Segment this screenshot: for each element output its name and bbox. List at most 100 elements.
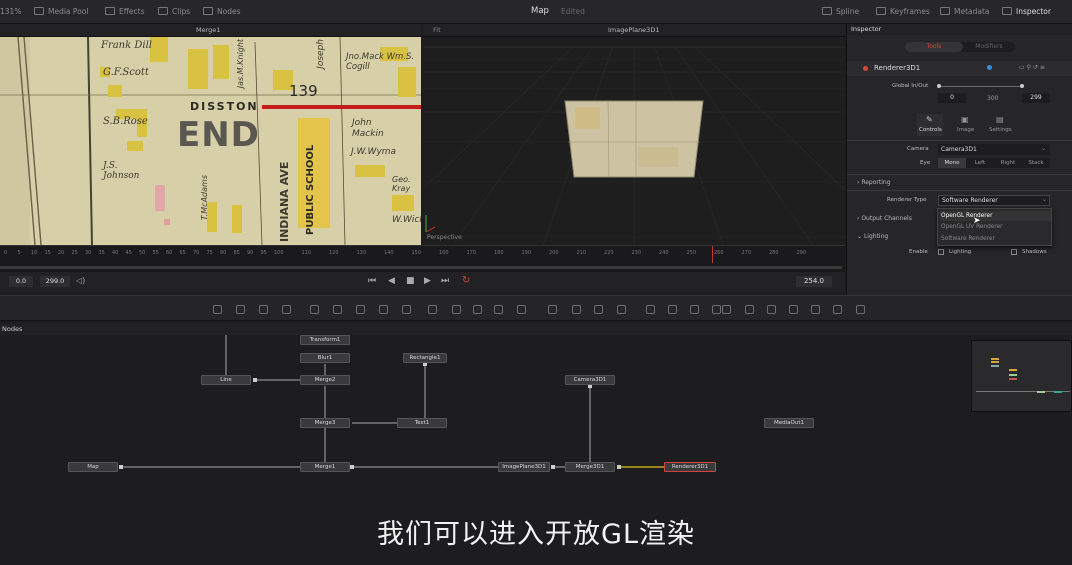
renderer-type-label: Renderer Type bbox=[887, 197, 927, 203]
lighting-checkbox[interactable] bbox=[938, 249, 944, 255]
node-mediaout1[interactable]: MediaOut1 bbox=[764, 418, 814, 428]
node-merge3d1[interactable]: Merge3D1 bbox=[565, 462, 615, 472]
tool-icon[interactable] bbox=[572, 305, 581, 314]
tool-icon[interactable] bbox=[712, 305, 721, 314]
inspector-button[interactable]: Inspector bbox=[1002, 7, 1051, 16]
tool-icon[interactable] bbox=[356, 305, 365, 314]
shadows-checkbox[interactable] bbox=[1011, 249, 1017, 255]
output-channels-section[interactable]: › Output Channels bbox=[857, 215, 912, 222]
audio-icon[interactable]: ◁) bbox=[76, 276, 85, 285]
end-time-field[interactable]: 299.0 bbox=[40, 276, 70, 287]
node-merge1[interactable]: Merge1 bbox=[300, 462, 350, 472]
spline-button[interactable]: Spline bbox=[822, 7, 859, 16]
tool-icon[interactable] bbox=[548, 305, 557, 314]
camera-select[interactable]: Camera3D1 ⌄ bbox=[938, 144, 1050, 155]
tool-icon[interactable] bbox=[213, 305, 222, 314]
tool-icon[interactable] bbox=[379, 305, 388, 314]
left-viewer[interactable]: Frank Dill G.F.Scott S.B.Rose J.S. Johns… bbox=[0, 37, 421, 245]
subtab-settings[interactable]: ▤ Settings bbox=[987, 114, 1013, 136]
tool-icon[interactable] bbox=[494, 305, 503, 314]
loop-icon[interactable]: ↻ bbox=[462, 275, 470, 286]
chevron-down-icon: ⌄ bbox=[1042, 196, 1048, 203]
metadata-button[interactable]: Metadata bbox=[940, 7, 990, 16]
tool-icon[interactable] bbox=[833, 305, 842, 314]
dropdown-option-opengl-uv[interactable]: OpenGL UV Renderer bbox=[941, 224, 1003, 230]
tool-icon[interactable] bbox=[690, 305, 699, 314]
eye-left-button[interactable]: Left bbox=[966, 158, 994, 168]
tool-icon[interactable] bbox=[617, 305, 626, 314]
node-line[interactable]: Line bbox=[201, 375, 251, 385]
node-header-icons[interactable]: ▭ ⚲ ↺ ≡ bbox=[1019, 64, 1045, 71]
tool-icon[interactable] bbox=[668, 305, 677, 314]
subtab-controls[interactable]: ✎ Controls bbox=[917, 114, 943, 136]
eye-mono-button[interactable]: Mono bbox=[938, 158, 966, 168]
tool-icon[interactable] bbox=[811, 305, 820, 314]
tool-icon[interactable] bbox=[452, 305, 461, 314]
node-imageplane3d1[interactable]: ImagePlane3D1 bbox=[498, 462, 550, 472]
tool-icon[interactable] bbox=[402, 305, 411, 314]
fit-button[interactable]: Fit bbox=[433, 26, 441, 34]
node-merge2[interactable]: Merge2 bbox=[300, 375, 350, 385]
ruler-tick-label: 130 bbox=[356, 250, 367, 256]
tool-icon[interactable] bbox=[282, 305, 291, 314]
current-time-field[interactable]: 254.0 bbox=[796, 276, 832, 287]
nodes-button[interactable]: Nodes bbox=[203, 7, 240, 16]
global-out-field[interactable]: 299 bbox=[1022, 93, 1050, 103]
play-reverse-icon[interactable]: ◀ bbox=[388, 276, 395, 286]
eye-right-button[interactable]: Right bbox=[994, 158, 1022, 168]
node-camera3d1[interactable]: Camera3D1 bbox=[565, 375, 615, 385]
lighting-section[interactable]: ⌄ Lighting bbox=[857, 233, 888, 240]
node-map[interactable]: Map bbox=[68, 462, 118, 472]
go-to-end-icon[interactable]: ⏭ bbox=[441, 276, 449, 286]
keyframes-button[interactable]: Keyframes bbox=[876, 7, 930, 16]
playhead[interactable] bbox=[712, 246, 713, 264]
node-transform1[interactable]: Transform1 bbox=[300, 335, 350, 345]
node-blur1[interactable]: Blur1 bbox=[300, 353, 350, 363]
dropdown-option-opengl[interactable]: OpenGL Renderer bbox=[940, 211, 1051, 221]
tool-icon[interactable] bbox=[646, 305, 655, 314]
clips-button[interactable]: Clips bbox=[158, 7, 190, 16]
subtab-image[interactable]: ▣ Image bbox=[955, 114, 977, 136]
tool-icon[interactable] bbox=[428, 305, 437, 314]
eye-stack-button[interactable]: Stack bbox=[1022, 158, 1050, 168]
global-inout-slider[interactable] bbox=[938, 86, 1023, 87]
tool-icon[interactable] bbox=[473, 305, 482, 314]
node-minimap[interactable] bbox=[971, 340, 1072, 412]
right-viewer[interactable]: Perspective bbox=[423, 37, 845, 245]
tool-icon[interactable] bbox=[333, 305, 342, 314]
tool-icon[interactable] bbox=[259, 305, 268, 314]
map-label-sb-rose: S.B.Rose bbox=[103, 116, 148, 127]
time-ruler[interactable]: 0 5 10 15 20 25 30 35 40 45 50 55 60 65 70 75 80 85 90 95 10… bbox=[0, 245, 845, 264]
tool-icon[interactable] bbox=[236, 305, 245, 314]
tool-icon[interactable] bbox=[594, 305, 603, 314]
node-text1[interactable]: Text1 bbox=[397, 418, 447, 428]
tool-icon[interactable] bbox=[517, 305, 526, 314]
scrub-bar[interactable] bbox=[0, 263, 845, 272]
node-renderer3d1[interactable]: Renderer3D1 bbox=[664, 462, 716, 472]
tool-icon[interactable] bbox=[722, 305, 731, 314]
zoom-level[interactable]: 131% bbox=[0, 7, 21, 16]
node-merge3[interactable]: Merge3 bbox=[300, 418, 350, 428]
tab-tools[interactable]: Tools bbox=[905, 42, 963, 52]
reporting-section[interactable]: › Reporting bbox=[857, 179, 891, 186]
stop-icon[interactable]: ■ bbox=[406, 276, 415, 286]
tool-icon[interactable] bbox=[856, 305, 865, 314]
dropdown-option-software[interactable]: Software Renderer bbox=[941, 236, 995, 242]
tool-icon[interactable] bbox=[745, 305, 754, 314]
tool-icon[interactable] bbox=[767, 305, 776, 314]
start-time-field[interactable]: 0.0 bbox=[9, 276, 33, 287]
global-in-field[interactable]: 0 bbox=[938, 93, 966, 103]
play-icon[interactable]: ▶ bbox=[424, 276, 431, 286]
effects-button[interactable]: Effects bbox=[105, 7, 145, 16]
media-pool-button[interactable]: Media Pool bbox=[34, 7, 88, 16]
renderer-type-select[interactable]: Software Renderer ⌄ bbox=[938, 195, 1050, 206]
lighting-check-label: Lighting bbox=[949, 249, 972, 255]
go-to-start-icon[interactable]: ⏮ bbox=[368, 276, 376, 286]
tool-icon[interactable] bbox=[310, 305, 319, 314]
tool-icon[interactable] bbox=[789, 305, 798, 314]
tab-modifiers[interactable]: Modifiers bbox=[963, 42, 1015, 52]
ruler-tick-label: 95 bbox=[260, 250, 267, 256]
node-rectangle1[interactable]: Rectangle1 bbox=[403, 353, 447, 363]
node-color-dot[interactable] bbox=[863, 66, 868, 71]
version-dot-icon[interactable] bbox=[987, 65, 992, 70]
